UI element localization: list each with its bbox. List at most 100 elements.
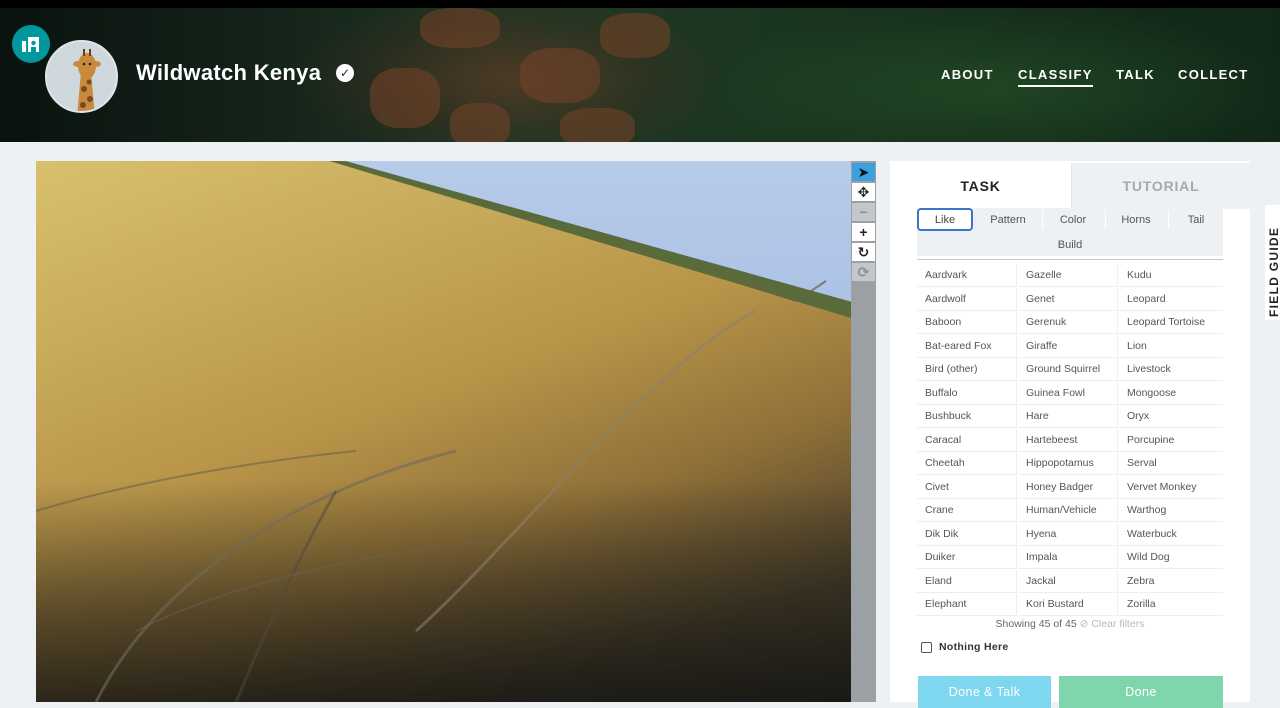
- species-item[interactable]: Jackal: [1018, 569, 1118, 593]
- filter-horns[interactable]: Horns: [1106, 208, 1166, 231]
- species-item[interactable]: Leopard: [1119, 288, 1223, 311]
- species-row: Crane Human/Vehicle Warthog: [917, 499, 1223, 523]
- species-item[interactable]: Warthog: [1119, 499, 1223, 522]
- species-row: Bat-eared Fox Giraffe Lion: [917, 334, 1223, 359]
- species-item[interactable]: Caracal: [917, 428, 1017, 452]
- species-item[interactable]: Buffalo: [917, 381, 1017, 405]
- project-title[interactable]: Wildwatch Kenya: [136, 60, 321, 86]
- species-row: Duiker Impala Wild Dog: [917, 546, 1223, 570]
- species-row: Cheetah Hippopotamus Serval: [917, 452, 1223, 476]
- species-item[interactable]: Hare: [1018, 405, 1118, 428]
- field-guide-label: FIELD GUIDE: [1267, 226, 1280, 317]
- species-item[interactable]: Human/Vehicle: [1018, 499, 1118, 522]
- species-row: Elephant Kori Bustard Zorilla: [917, 593, 1223, 617]
- showing-count: Showing 45 of 45 ⊘ Clear filters: [890, 618, 1250, 630]
- species-item[interactable]: Honey Badger: [1018, 475, 1118, 499]
- species-item[interactable]: Baboon: [917, 311, 1017, 334]
- species-item[interactable]: Aardvark: [917, 264, 1017, 287]
- viewer-toolbar: ➤ ✥ − + ↻ ⟳: [851, 161, 876, 702]
- nav-classify[interactable]: CLASSIFY: [1018, 67, 1093, 87]
- nav-talk[interactable]: TALK: [1116, 67, 1155, 82]
- nav-about[interactable]: ABOUT: [941, 67, 994, 82]
- species-item[interactable]: Serval: [1119, 452, 1223, 475]
- species-item[interactable]: Kudu: [1119, 264, 1223, 287]
- done-button[interactable]: Done: [1059, 676, 1223, 708]
- clear-filters-label: Clear filters: [1091, 618, 1145, 630]
- species-item[interactable]: Vervet Monkey: [1119, 476, 1223, 499]
- species-item[interactable]: Hyena: [1018, 522, 1118, 546]
- species-item[interactable]: Eland: [917, 569, 1017, 593]
- species-item[interactable]: Kori Bustard: [1018, 593, 1118, 616]
- task-panel: TASK TUTORIAL Like Pattern Color Horns T…: [890, 161, 1250, 708]
- species-item[interactable]: Gerenuk: [1018, 311, 1118, 334]
- species-item[interactable]: Crane: [917, 499, 1017, 522]
- zooniverse-logo-icon[interactable]: [12, 25, 50, 63]
- species-item[interactable]: Mongoose: [1119, 382, 1223, 405]
- species-item[interactable]: Hippopotamus: [1018, 452, 1118, 475]
- check-circle-icon: ✓: [336, 64, 354, 82]
- filter-color[interactable]: Color: [1043, 208, 1103, 231]
- species-item[interactable]: Wild Dog: [1119, 546, 1223, 569]
- filter-like[interactable]: Like: [917, 208, 973, 231]
- subject-image[interactable]: [36, 161, 851, 702]
- species-item[interactable]: Gazelle: [1018, 264, 1118, 287]
- nothing-here-label: Nothing Here: [939, 641, 1009, 653]
- species-item[interactable]: Waterbuck: [1119, 523, 1223, 546]
- species-item[interactable]: Guinea Fowl: [1018, 381, 1118, 405]
- species-item[interactable]: Livestock: [1119, 358, 1223, 381]
- species-item[interactable]: Porcupine: [1119, 429, 1223, 452]
- species-item[interactable]: Hartebeest: [1018, 428, 1118, 452]
- filter-pattern[interactable]: Pattern: [977, 208, 1039, 231]
- species-row: Bird (other) Ground Squirrel Livestock: [917, 358, 1223, 382]
- species-item[interactable]: Genet: [1018, 287, 1118, 311]
- clear-filters-button[interactable]: ⊘ Clear filters: [1080, 618, 1145, 630]
- species-item[interactable]: Impala: [1018, 546, 1118, 569]
- species-item[interactable]: Bird (other): [917, 358, 1017, 381]
- showing-text: Showing 45 of 45: [995, 618, 1077, 630]
- species-row: Buffalo Guinea Fowl Mongoose: [917, 381, 1223, 406]
- species-item[interactable]: Ground Squirrel: [1018, 358, 1118, 381]
- done-and-talk-button[interactable]: Done & Talk: [918, 676, 1051, 708]
- species-row: Civet Honey Badger Vervet Monkey: [917, 475, 1223, 500]
- species-row: Aardvark Gazelle Kudu: [917, 264, 1223, 288]
- filter-tail[interactable]: Tail: [1169, 208, 1223, 231]
- zoom-out-icon[interactable]: −: [852, 203, 875, 221]
- species-row: Baboon Gerenuk Leopard Tortoise: [917, 311, 1223, 335]
- move-icon[interactable]: ✥: [852, 183, 875, 201]
- nav-collect[interactable]: COLLECT: [1178, 67, 1248, 82]
- species-item[interactable]: Lion: [1119, 335, 1223, 358]
- zoom-in-icon[interactable]: +: [852, 223, 875, 241]
- reset-icon[interactable]: ⟳: [852, 263, 875, 281]
- species-item[interactable]: Giraffe: [1018, 334, 1118, 358]
- project-avatar[interactable]: [45, 40, 118, 113]
- species-item[interactable]: Leopard Tortoise: [1119, 311, 1223, 334]
- field-guide-tab[interactable]: FIELD GUIDE: [1265, 205, 1280, 320]
- species-item[interactable]: Bushbuck: [917, 405, 1017, 428]
- characteristic-filters: Like Pattern Color Horns Tail Build: [917, 208, 1223, 256]
- species-item[interactable]: Zorilla: [1119, 593, 1223, 616]
- species-item[interactable]: Duiker: [917, 546, 1017, 569]
- tab-task[interactable]: TASK: [890, 163, 1071, 209]
- species-item[interactable]: Bat-eared Fox: [917, 334, 1017, 358]
- species-row: Eland Jackal Zebra: [917, 569, 1223, 594]
- filter-build[interactable]: Build: [917, 233, 1223, 256]
- zooniverse-logo-glyph: [22, 37, 39, 52]
- filter-divider: [917, 259, 1223, 260]
- tab-tutorial[interactable]: TUTORIAL: [1071, 163, 1250, 209]
- species-item[interactable]: Zebra: [1119, 570, 1223, 593]
- species-item[interactable]: Dik Dik: [917, 522, 1017, 546]
- species-item[interactable]: Aardwolf: [917, 287, 1017, 311]
- checkbox-icon[interactable]: [921, 641, 932, 653]
- species-row: Bushbuck Hare Oryx: [917, 405, 1223, 429]
- species-item[interactable]: Civet: [917, 475, 1017, 499]
- species-row: Caracal Hartebeest Porcupine: [917, 428, 1223, 453]
- species-item[interactable]: Oryx: [1119, 405, 1223, 428]
- nothing-here-checkbox[interactable]: Nothing Here: [921, 641, 1009, 653]
- species-item[interactable]: Elephant: [917, 593, 1017, 616]
- species-row: Dik Dik Hyena Waterbuck: [917, 522, 1223, 547]
- rotate-icon[interactable]: ↻: [852, 243, 875, 261]
- top-black-bar: [0, 0, 1280, 8]
- species-item[interactable]: Cheetah: [917, 452, 1017, 475]
- subject-grass-stalks: [36, 280, 827, 702]
- pointer-icon[interactable]: ➤: [852, 163, 875, 181]
